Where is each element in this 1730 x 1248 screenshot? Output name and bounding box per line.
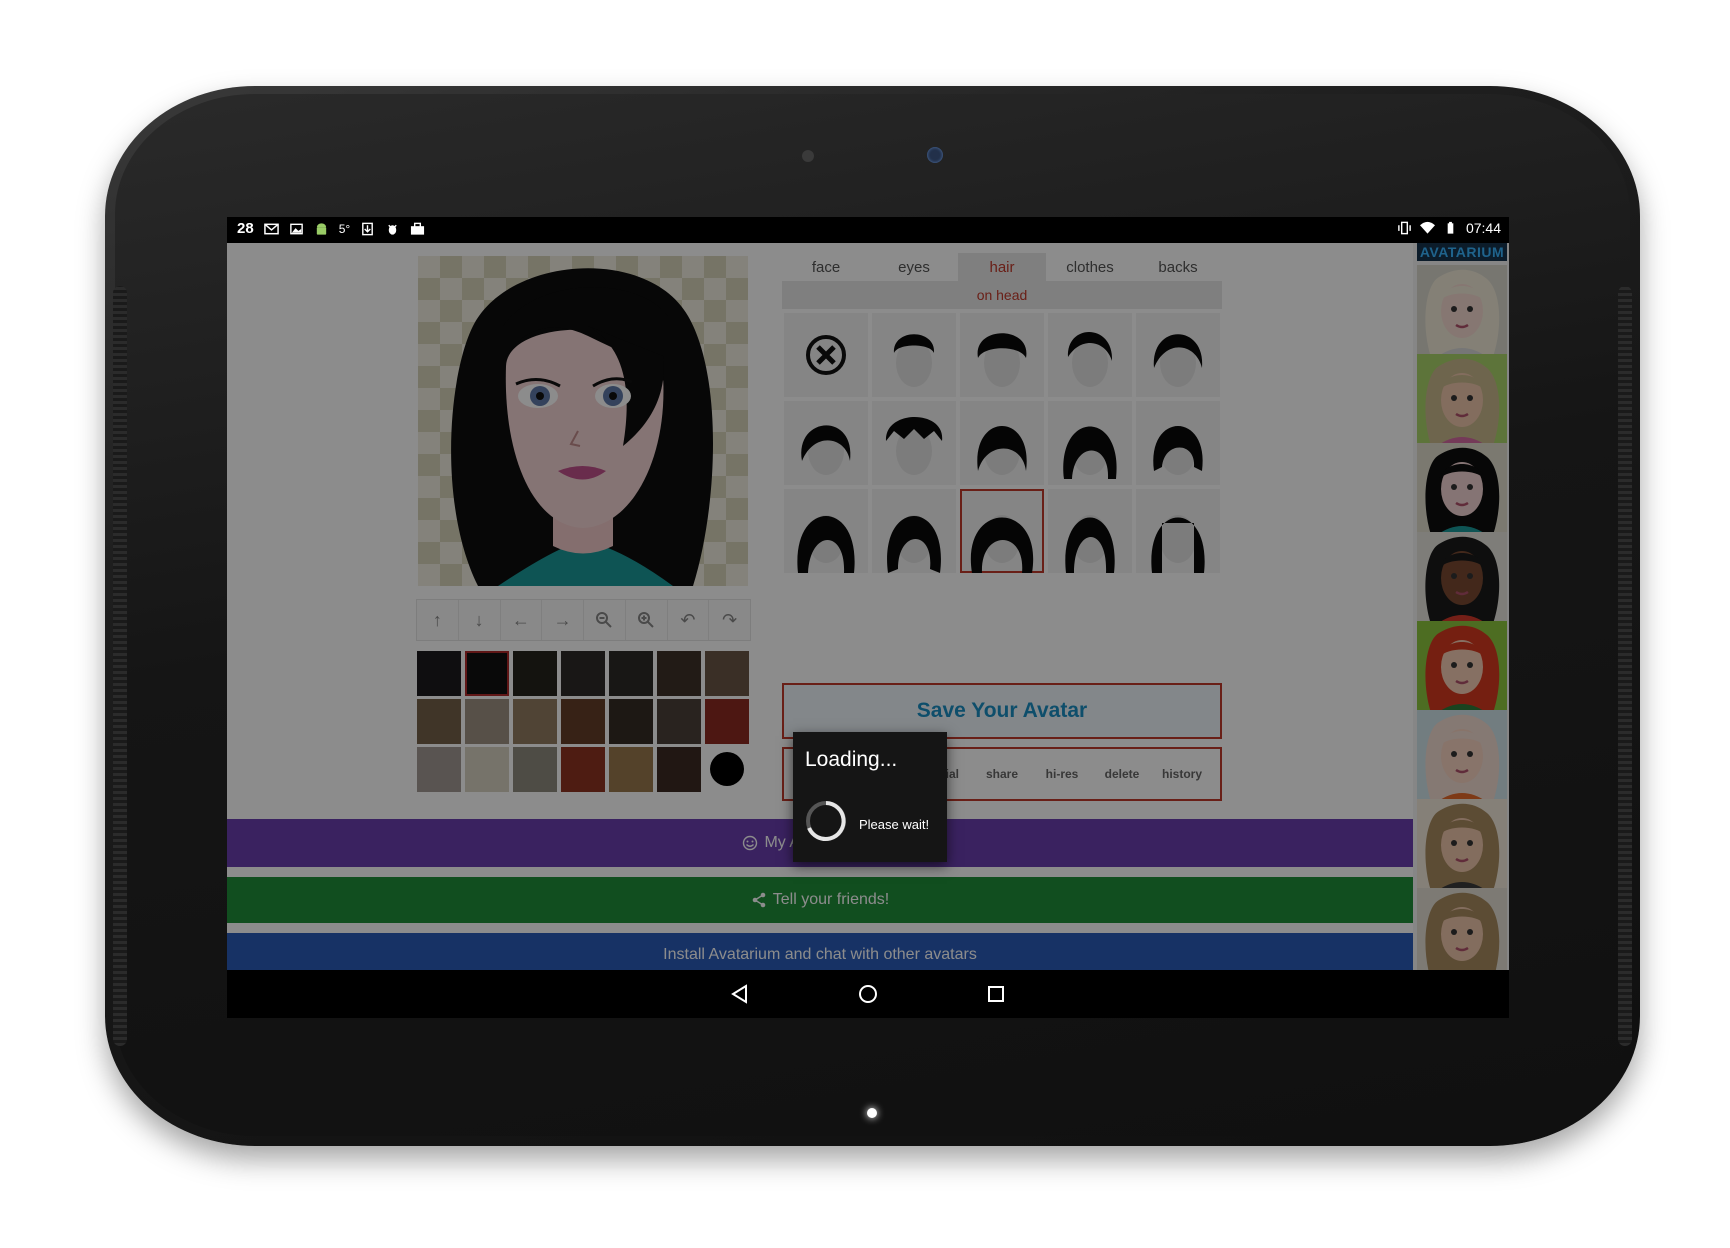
vibrate-icon — [1398, 221, 1411, 235]
light-sensor — [802, 150, 814, 162]
device-screen: 28 5° 07:44 ↑ ↓ ← → ↶ ↷ face eyes hair c… — [227, 217, 1509, 1018]
recents-icon[interactable] — [982, 980, 1010, 1008]
android-icon — [316, 222, 326, 235]
briefcase-icon — [411, 222, 425, 235]
gallery-icon — [289, 223, 303, 234]
temperature-label: 5° — [338, 221, 351, 236]
front-camera-icon — [927, 147, 943, 163]
back-icon[interactable] — [726, 980, 754, 1008]
bug-icon — [388, 224, 397, 235]
spinner-icon — [806, 801, 846, 841]
home-icon[interactable] — [854, 980, 882, 1008]
download-icon — [362, 222, 374, 235]
navigation-bar — [227, 970, 1509, 1018]
left-speaker-grille — [113, 286, 127, 1046]
notification-led — [867, 1108, 877, 1118]
dialog-title: Loading... — [805, 748, 898, 771]
dialog-message: Please wait! — [859, 817, 930, 832]
battery-icon — [1447, 221, 1454, 234]
notification-count: 28 — [237, 220, 254, 237]
gmail-icon — [263, 223, 279, 234]
loading-dialog: Loading... Please wait! — [793, 732, 947, 862]
wifi-icon — [1419, 221, 1435, 234]
status-bar: 28 5° 07:44 — [227, 217, 1509, 243]
right-speaker-grille — [1618, 286, 1632, 1046]
clock: 07:44 — [1465, 220, 1501, 236]
